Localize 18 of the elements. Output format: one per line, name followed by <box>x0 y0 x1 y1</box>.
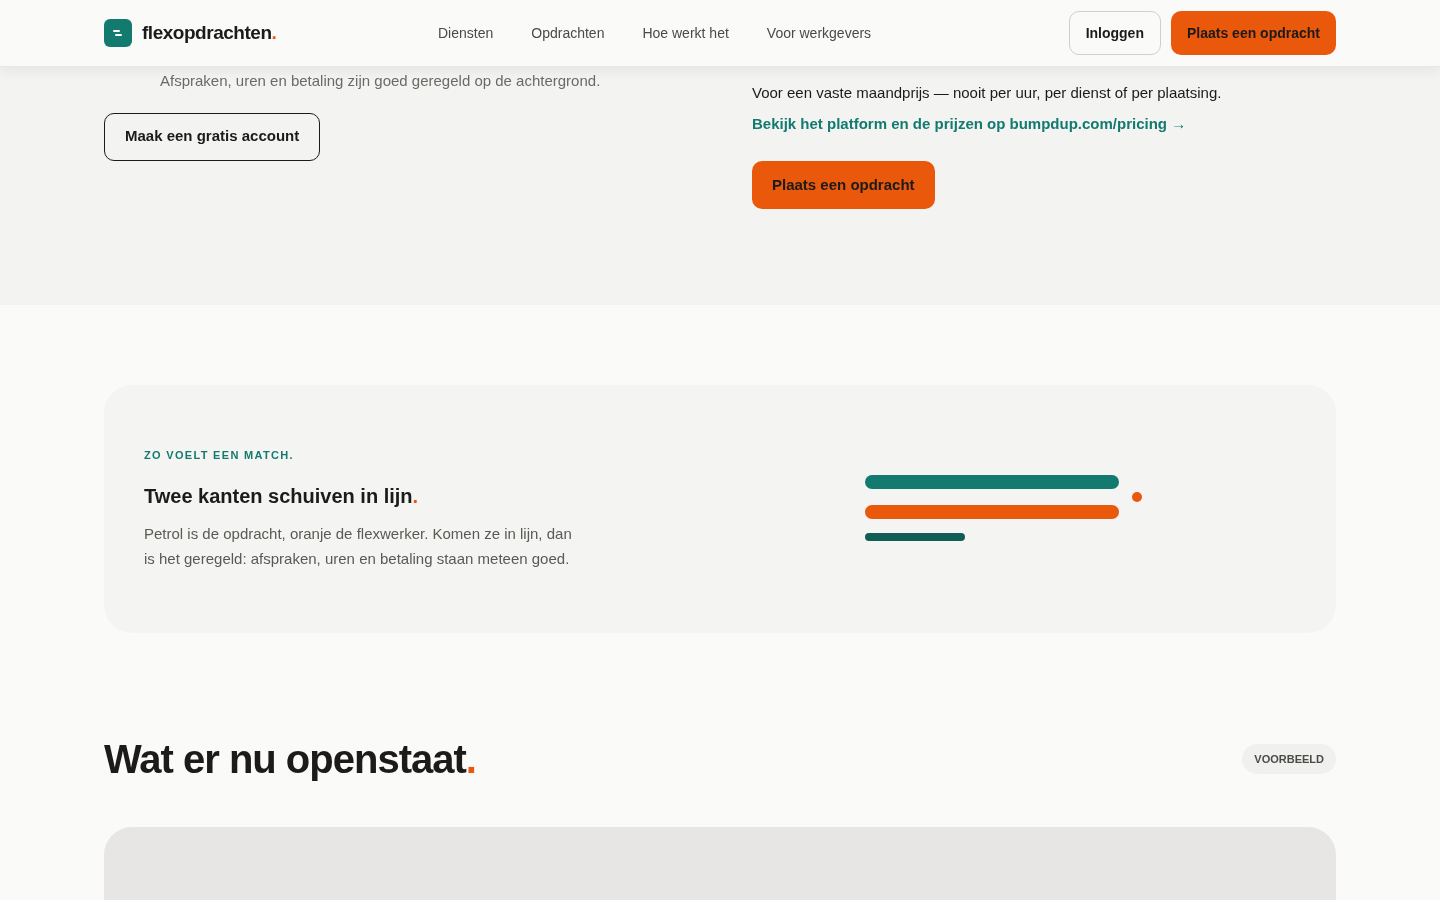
nav-link[interactable]: Voor werkgevers <box>766 22 872 44</box>
login-button[interactable]: Inloggen <box>1068 11 1161 55</box>
nav-link[interactable]: Opdrachten <box>531 22 605 44</box>
step-description: Afspraken, uren en betaling zijn goed geregeld op de achtergrond. <box>160 71 602 91</box>
example-badge: VOORBEELD <box>1242 743 1336 775</box>
card-description: Petrol is de opdracht, oranje de flexwerker. Komen ze in lijn, dan is het geregeld: afspraken, uren en betaling staan meteen goed. <box>144 524 573 570</box>
nav-link[interactable]: Diensten <box>438 22 494 44</box>
post-assignment-button[interactable]: Plaats een opdracht <box>752 161 935 209</box>
price-text: Voor een vaste maandprijs — nooit per uur, per dienst of per plaatsing. <box>752 83 1222 103</box>
card-title: Twee kanten schuiven in lijn. <box>144 484 420 510</box>
section-title: Wat er nu openstaat. <box>104 736 476 783</box>
pricing-link[interactable]: Bekijk het platform en de prijzen op bumpdup.com/pricing → <box>752 112 1222 135</box>
create-account-button[interactable]: Maak een gratis account <box>104 112 321 161</box>
post-assignment-button[interactable]: Plaats een opdracht <box>1170 11 1336 55</box>
eyebrow-label: ZO VOELT EEN MATCH. <box>144 447 295 463</box>
logo-text: flexopdrachten. <box>142 20 277 45</box>
nav-link[interactable]: Hoe werkt het <box>642 22 729 44</box>
logo-icon <box>104 19 132 47</box>
